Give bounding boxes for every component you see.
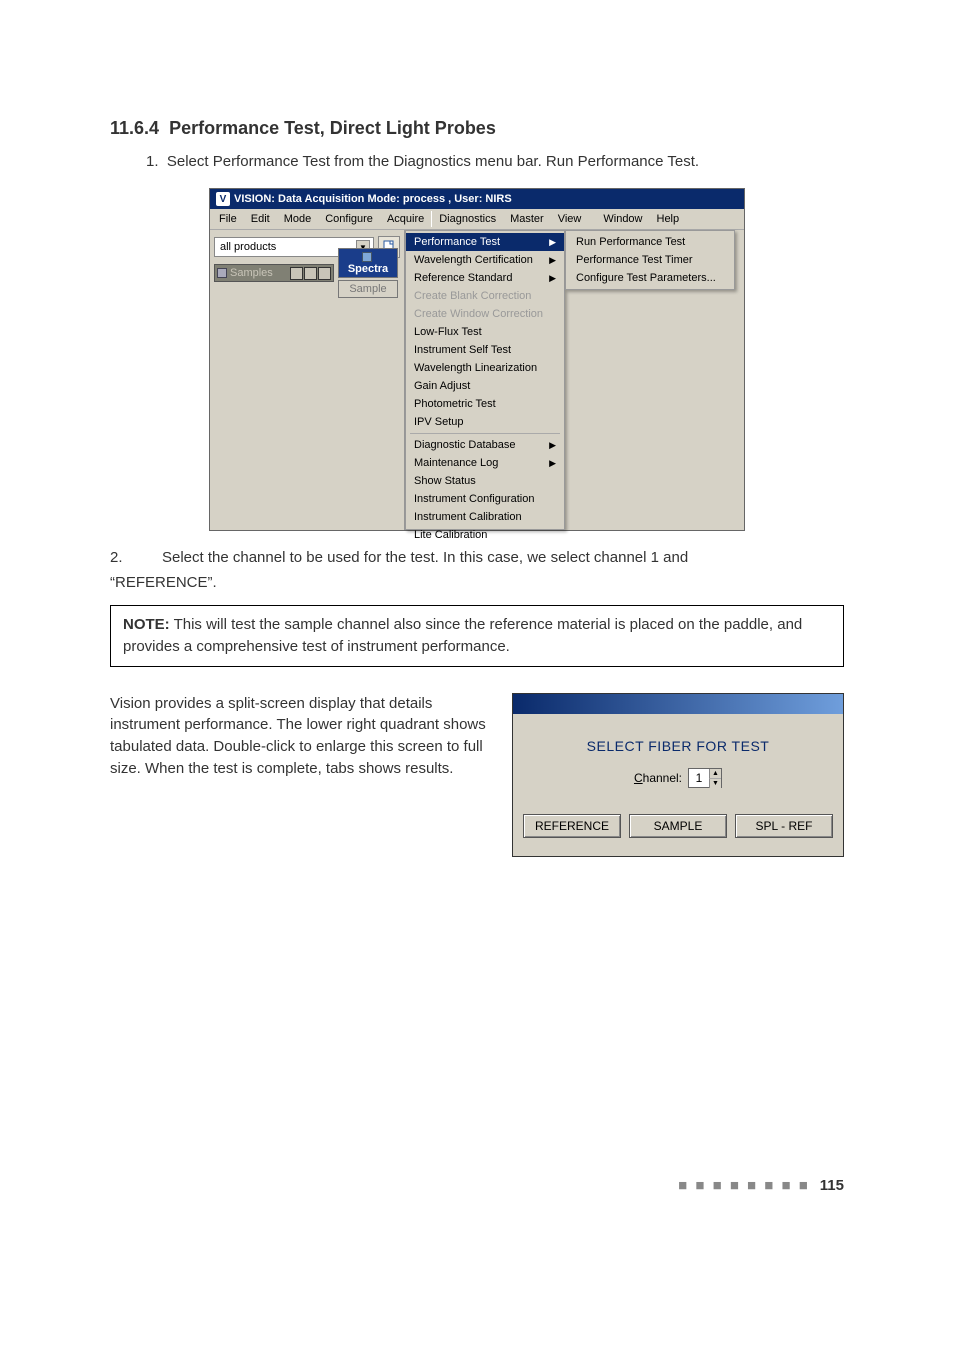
submenu-arrow-icon: ▶ [549, 255, 556, 266]
reference-button[interactable]: REFERENCE [523, 814, 621, 838]
paragraph-split-screen: Vision provides a split-screen display t… [110, 693, 498, 857]
menu-reference-standard[interactable]: Reference Standard▶ [406, 269, 564, 287]
samples-window-title: Samples _ □ × [214, 264, 334, 282]
menu-instrument-self-test[interactable]: Instrument Self Test [406, 341, 564, 359]
performance-test-submenu: Run Performance Test Performance Test Ti… [565, 230, 735, 290]
menu-help[interactable]: Help [650, 211, 687, 227]
step-2-line2: “REFERENCE”. [110, 574, 844, 591]
menu-wavelength-linearization[interactable]: Wavelength Linearization [406, 359, 564, 377]
submenu-arrow-icon: ▶ [549, 440, 556, 451]
submenu-arrow-icon: ▶ [549, 458, 556, 469]
step-1: 1. Select Performance Test from the Diag… [146, 153, 844, 170]
select-fiber-dialog: SELECT FIBER FOR TEST Channel: 1 ▲ ▼ REF… [512, 693, 844, 857]
section-title-text: Performance Test, Direct Light Probes [169, 118, 496, 138]
submenu-arrow-icon: ▶ [549, 237, 556, 248]
submenu-run-performance-test[interactable]: Run Performance Test [566, 233, 734, 251]
close-icon[interactable]: × [318, 267, 331, 280]
section-number: 11.6.4 [110, 118, 159, 138]
menu-gain-adjust[interactable]: Gain Adjust [406, 377, 564, 395]
menu-separator [410, 433, 560, 434]
titlebar-text: VISION: Data Acquisition Mode: process ,… [234, 193, 512, 205]
channel-label: Channel: [634, 771, 682, 785]
left-pane: all products ▼ Samples [210, 230, 405, 530]
submenu-arrow-icon: ▶ [549, 273, 556, 284]
dialog-titlebar [513, 694, 843, 714]
menu-wavelength-certification[interactable]: Wavelength Certification▶ [406, 251, 564, 269]
footer-dots-icon: ■ ■ ■ ■ ■ ■ ■ ■ [678, 1177, 810, 1194]
dialog-heading: SELECT FIBER FOR TEST [523, 738, 833, 754]
note-text: This will test the sample channel also s… [123, 616, 802, 655]
submenu-performance-test-timer[interactable]: Performance Test Timer [566, 251, 734, 269]
spectra-icon [362, 252, 372, 262]
menu-show-status[interactable]: Show Status [406, 472, 564, 490]
menu-performance-test[interactable]: Performance Test▶ [406, 233, 564, 251]
menu-low-flux-test[interactable]: Low-Flux Test [406, 323, 564, 341]
samples-label: Samples [230, 267, 273, 279]
step-1-text: Select Performance Test from the Diagnos… [167, 153, 699, 170]
samples-icon [217, 268, 227, 278]
menu-edit[interactable]: Edit [244, 211, 277, 227]
menu-view[interactable]: View [551, 211, 589, 227]
product-dropdown-value: all products [220, 241, 276, 253]
page-number: 115 [820, 1177, 844, 1194]
sample-button[interactable]: SAMPLE [629, 814, 727, 838]
submenu-configure-test-parameters[interactable]: Configure Test Parameters... [566, 269, 734, 287]
menu-instrument-calibration[interactable]: Instrument Calibration [406, 508, 564, 526]
menu-file[interactable]: File [212, 211, 244, 227]
menu-configure[interactable]: Configure [318, 211, 380, 227]
note-label: NOTE: [123, 616, 170, 633]
maximize-icon[interactable]: □ [304, 267, 317, 280]
diagnostics-menu: Performance Test▶ Wavelength Certificati… [405, 230, 565, 530]
tab-spectra[interactable]: Spectra [338, 248, 398, 278]
menu-window[interactable]: Window [596, 211, 649, 227]
menu-ipv-setup[interactable]: IPV Setup [406, 413, 564, 431]
step-1-prefix: 1. [146, 153, 159, 170]
menu-maintenance-log[interactable]: Maintenance Log▶ [406, 454, 564, 472]
menu-diagnostics[interactable]: Diagnostics [431, 211, 503, 227]
menu-create-window-correction: Create Window Correction [406, 305, 564, 323]
page-footer: ■ ■ ■ ■ ■ ■ ■ ■ 115 [110, 1177, 844, 1194]
channel-spinner[interactable]: 1 ▲ ▼ [688, 768, 722, 788]
section-heading: 11.6.4 Performance Test, Direct Light Pr… [110, 118, 844, 139]
step-2: 2. Select the channel to be used for the… [110, 549, 844, 566]
step-2-line1: Select the channel to be used for the te… [162, 549, 688, 566]
tab-sample[interactable]: Sample [338, 280, 398, 298]
minimize-icon[interactable]: _ [290, 267, 303, 280]
app-window: V VISION: Data Acquisition Mode: process… [209, 188, 745, 531]
app-titlebar: V VISION: Data Acquisition Mode: process… [210, 189, 744, 209]
spin-up-icon[interactable]: ▲ [709, 769, 721, 779]
menu-master[interactable]: Master [503, 211, 551, 227]
menu-instrument-configuration[interactable]: Instrument Configuration [406, 490, 564, 508]
spl-ref-button[interactable]: SPL - REF [735, 814, 833, 838]
menu-mode[interactable]: Mode [277, 211, 319, 227]
menu-lite-calibration[interactable]: Lite Calibration [406, 526, 564, 544]
menu-diagnostic-database[interactable]: Diagnostic Database▶ [406, 436, 564, 454]
spin-down-icon[interactable]: ▼ [709, 779, 721, 788]
channel-value: 1 [689, 769, 709, 787]
step-2-prefix: 2. [110, 549, 132, 566]
menu-acquire[interactable]: Acquire [380, 211, 431, 227]
menu-create-blank-correction: Create Blank Correction [406, 287, 564, 305]
menu-photometric-test[interactable]: Photometric Test [406, 395, 564, 413]
app-menubar: File Edit Mode Configure Acquire Diagnos… [210, 209, 744, 230]
note-box: NOTE: This will test the sample channel … [110, 605, 844, 667]
app-logo-icon: V [216, 192, 230, 206]
